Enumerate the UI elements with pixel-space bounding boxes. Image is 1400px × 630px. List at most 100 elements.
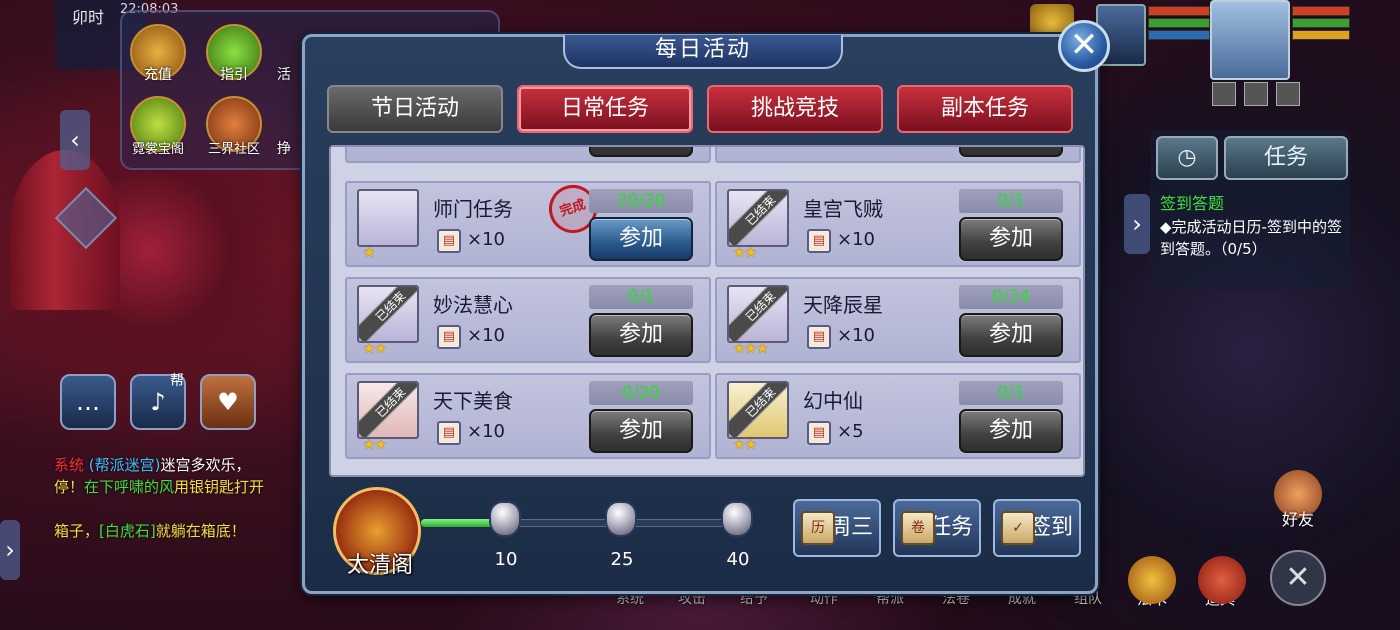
activity-name: 妙法慧心 (433, 293, 513, 317)
player-hp-bar (1292, 6, 1350, 16)
chat-line: 系统 (帮派迷宫)迷宫多欢乐， (54, 454, 264, 476)
activity-name: 天降辰星 (803, 293, 883, 317)
menu-partial-2: 挣 (277, 141, 291, 157)
emblem-name: 太清阁 (346, 553, 413, 578)
scroll-icon: 卷 (901, 511, 935, 545)
chat-seg: 在下呼啸的风 (84, 478, 175, 496)
join-button[interactable]: 参加 (959, 313, 1063, 357)
tab-dungeon[interactable]: 副本任务 (897, 85, 1073, 133)
scroll-icon (357, 189, 419, 247)
activity-card-partial (715, 147, 1081, 163)
quest-description[interactable]: ◆完成活动日历-签到中的签到答题。（0/5） (1160, 216, 1344, 260)
reward-icon: ▤ (437, 229, 461, 253)
chat-seg: 用银钥匙打开 (174, 478, 265, 496)
book-icon: 已结束 (357, 285, 419, 343)
tab-festival[interactable]: 节日活动 (327, 85, 503, 133)
checkin-icon: ✓ (1001, 511, 1035, 545)
reward-icon: ▤ (437, 421, 461, 445)
activity-progress: 0/24 (959, 285, 1063, 309)
join-button[interactable]: 参加 (589, 313, 693, 357)
reward-qty: ×10 (467, 325, 505, 346)
pet-icon[interactable]: ♥ (200, 374, 256, 430)
feather-boot-icon: 已结束 (727, 189, 789, 247)
reward-icon: ▤ (807, 325, 831, 349)
join-button-partial[interactable] (589, 147, 693, 157)
daily-activity-dialog: 每日活动 节日活动 日常任务 挑战竞技 副本任务 ★ 师门任务 完成 ▤ ×10… (302, 34, 1098, 594)
checkin-button[interactable]: ✓ 签到 (993, 499, 1081, 557)
join-button[interactable]: 参加 (959, 217, 1063, 261)
menu-partial-1: 活 (277, 67, 291, 83)
reward-icon: ▤ (807, 229, 831, 253)
activity-card-miaofa: 已结束 ★★ 妙法慧心 ▤ ×10 0/1 参加 (345, 277, 711, 363)
activity-name: 天下美食 (433, 389, 513, 413)
buff-icon[interactable] (1212, 82, 1236, 106)
pet-exp-bar (1148, 30, 1210, 40)
chest-icon[interactable] (1198, 556, 1246, 604)
timer-icon[interactable]: ◷ (1156, 136, 1218, 180)
quest-tab[interactable]: 任务 (1224, 136, 1348, 180)
chat-seg: (帮派迷宫) (84, 456, 161, 474)
collapse-left-arrow-icon[interactable]: ‹ (60, 110, 90, 170)
reward-qty: ×10 (467, 421, 505, 442)
friends-label[interactable]: 好友 (1268, 506, 1328, 530)
checkin-label: 签到 (1028, 515, 1073, 540)
calendar-icon: 历 (801, 511, 835, 545)
reward-icon: ▤ (437, 325, 461, 349)
player-avatar[interactable] (1210, 0, 1290, 80)
time-label: 卯时 (72, 8, 105, 27)
difficulty-stars: ★★ (733, 245, 757, 261)
menu-recharge[interactable]: 充值 (118, 64, 198, 84)
activity-name: 师门任务 (433, 197, 513, 221)
chat-seg: 就躺在箱底！ (155, 522, 246, 540)
ended-ribbon: 已结束 (729, 383, 787, 437)
ended-ribbon: 已结束 (729, 287, 787, 341)
chat-seg: 迷宫多欢乐， (160, 456, 251, 474)
chat-tab-guild[interactable]: 帮 (170, 370, 184, 390)
menu-shop[interactable]: 霓裳宝阁 (118, 138, 198, 157)
join-button-partial[interactable] (959, 147, 1063, 157)
difficulty-stars: ★★★ (733, 341, 769, 357)
collapse-right-arrow-icon[interactable]: › (1124, 194, 1150, 254)
reward-chest-icon[interactable] (489, 501, 521, 537)
food-icon: 已结束 (357, 381, 419, 439)
calendar-label: 周三 (828, 515, 873, 540)
golden-leaf-icon: 已结束 (727, 381, 789, 439)
chat-seg: 系统 (54, 456, 85, 474)
chat-log: 系统 (帮派迷宫)迷宫多欢乐， 停！在下呼啸的风用银钥匙打开 箱子，[白虎石]就… (54, 454, 264, 542)
quest-title[interactable]: 签到答题 (1160, 190, 1224, 214)
calendar-button[interactable]: 历 周三 (793, 499, 881, 557)
stars-icon: 已结束 (727, 285, 789, 343)
chat-bubble-icon[interactable]: … (60, 374, 116, 430)
close-dialog-button[interactable]: ✕ (1058, 20, 1110, 72)
activity-progress: 20/20 (589, 189, 693, 213)
chat-seg: 箱子， (54, 522, 100, 540)
activity-list[interactable]: ★ 师门任务 完成 ▤ ×10 20/20 参加 已结束 ★★ 皇宫飞贼 ▤ ×… (329, 145, 1085, 477)
player-anger-bar (1292, 30, 1350, 40)
dialog-title: 每日活动 (563, 35, 843, 69)
buff-icon[interactable] (1244, 82, 1268, 106)
reward-chest-icon[interactable] (721, 501, 753, 537)
menu-community[interactable]: 三界社区 (194, 138, 274, 157)
tasks-button[interactable]: 卷 任务 (893, 499, 981, 557)
join-button[interactable]: 参加 (589, 409, 693, 453)
activity-progress: 0/1 (959, 381, 1063, 405)
difficulty-stars: ★★ (363, 437, 387, 453)
difficulty-stars: ★ (363, 245, 376, 261)
chat-line: 箱子，[白虎石]就躺在箱底！ (54, 520, 264, 542)
expand-left-arrow-icon[interactable]: › (0, 520, 20, 580)
tab-daily-tasks[interactable]: 日常任务 (517, 85, 693, 133)
join-button[interactable]: 参加 (589, 217, 693, 261)
reward-chest-icon[interactable] (605, 501, 637, 537)
menu-guide[interactable]: 指引 (194, 64, 274, 84)
bell-icon[interactable] (1128, 556, 1176, 604)
chat-seg: [白虎石] (99, 522, 156, 540)
ended-ribbon: 已结束 (729, 191, 787, 245)
activity-card-huanzhongxian: 已结束 ★★ 幻中仙 ▤ ×5 0/1 参加 (715, 373, 1081, 459)
activity-card-huanggong: 已结束 ★★ 皇宫飞贼 ▤ ×10 0/1 参加 (715, 181, 1081, 267)
player-mp-bar (1292, 18, 1350, 28)
join-button[interactable]: 参加 (959, 409, 1063, 453)
tab-challenge[interactable]: 挑战竞技 (707, 85, 883, 133)
close-hud-icon[interactable]: ✕ (1270, 550, 1326, 606)
activity-name: 幻中仙 (803, 389, 863, 413)
buff-icon[interactable] (1276, 82, 1300, 106)
